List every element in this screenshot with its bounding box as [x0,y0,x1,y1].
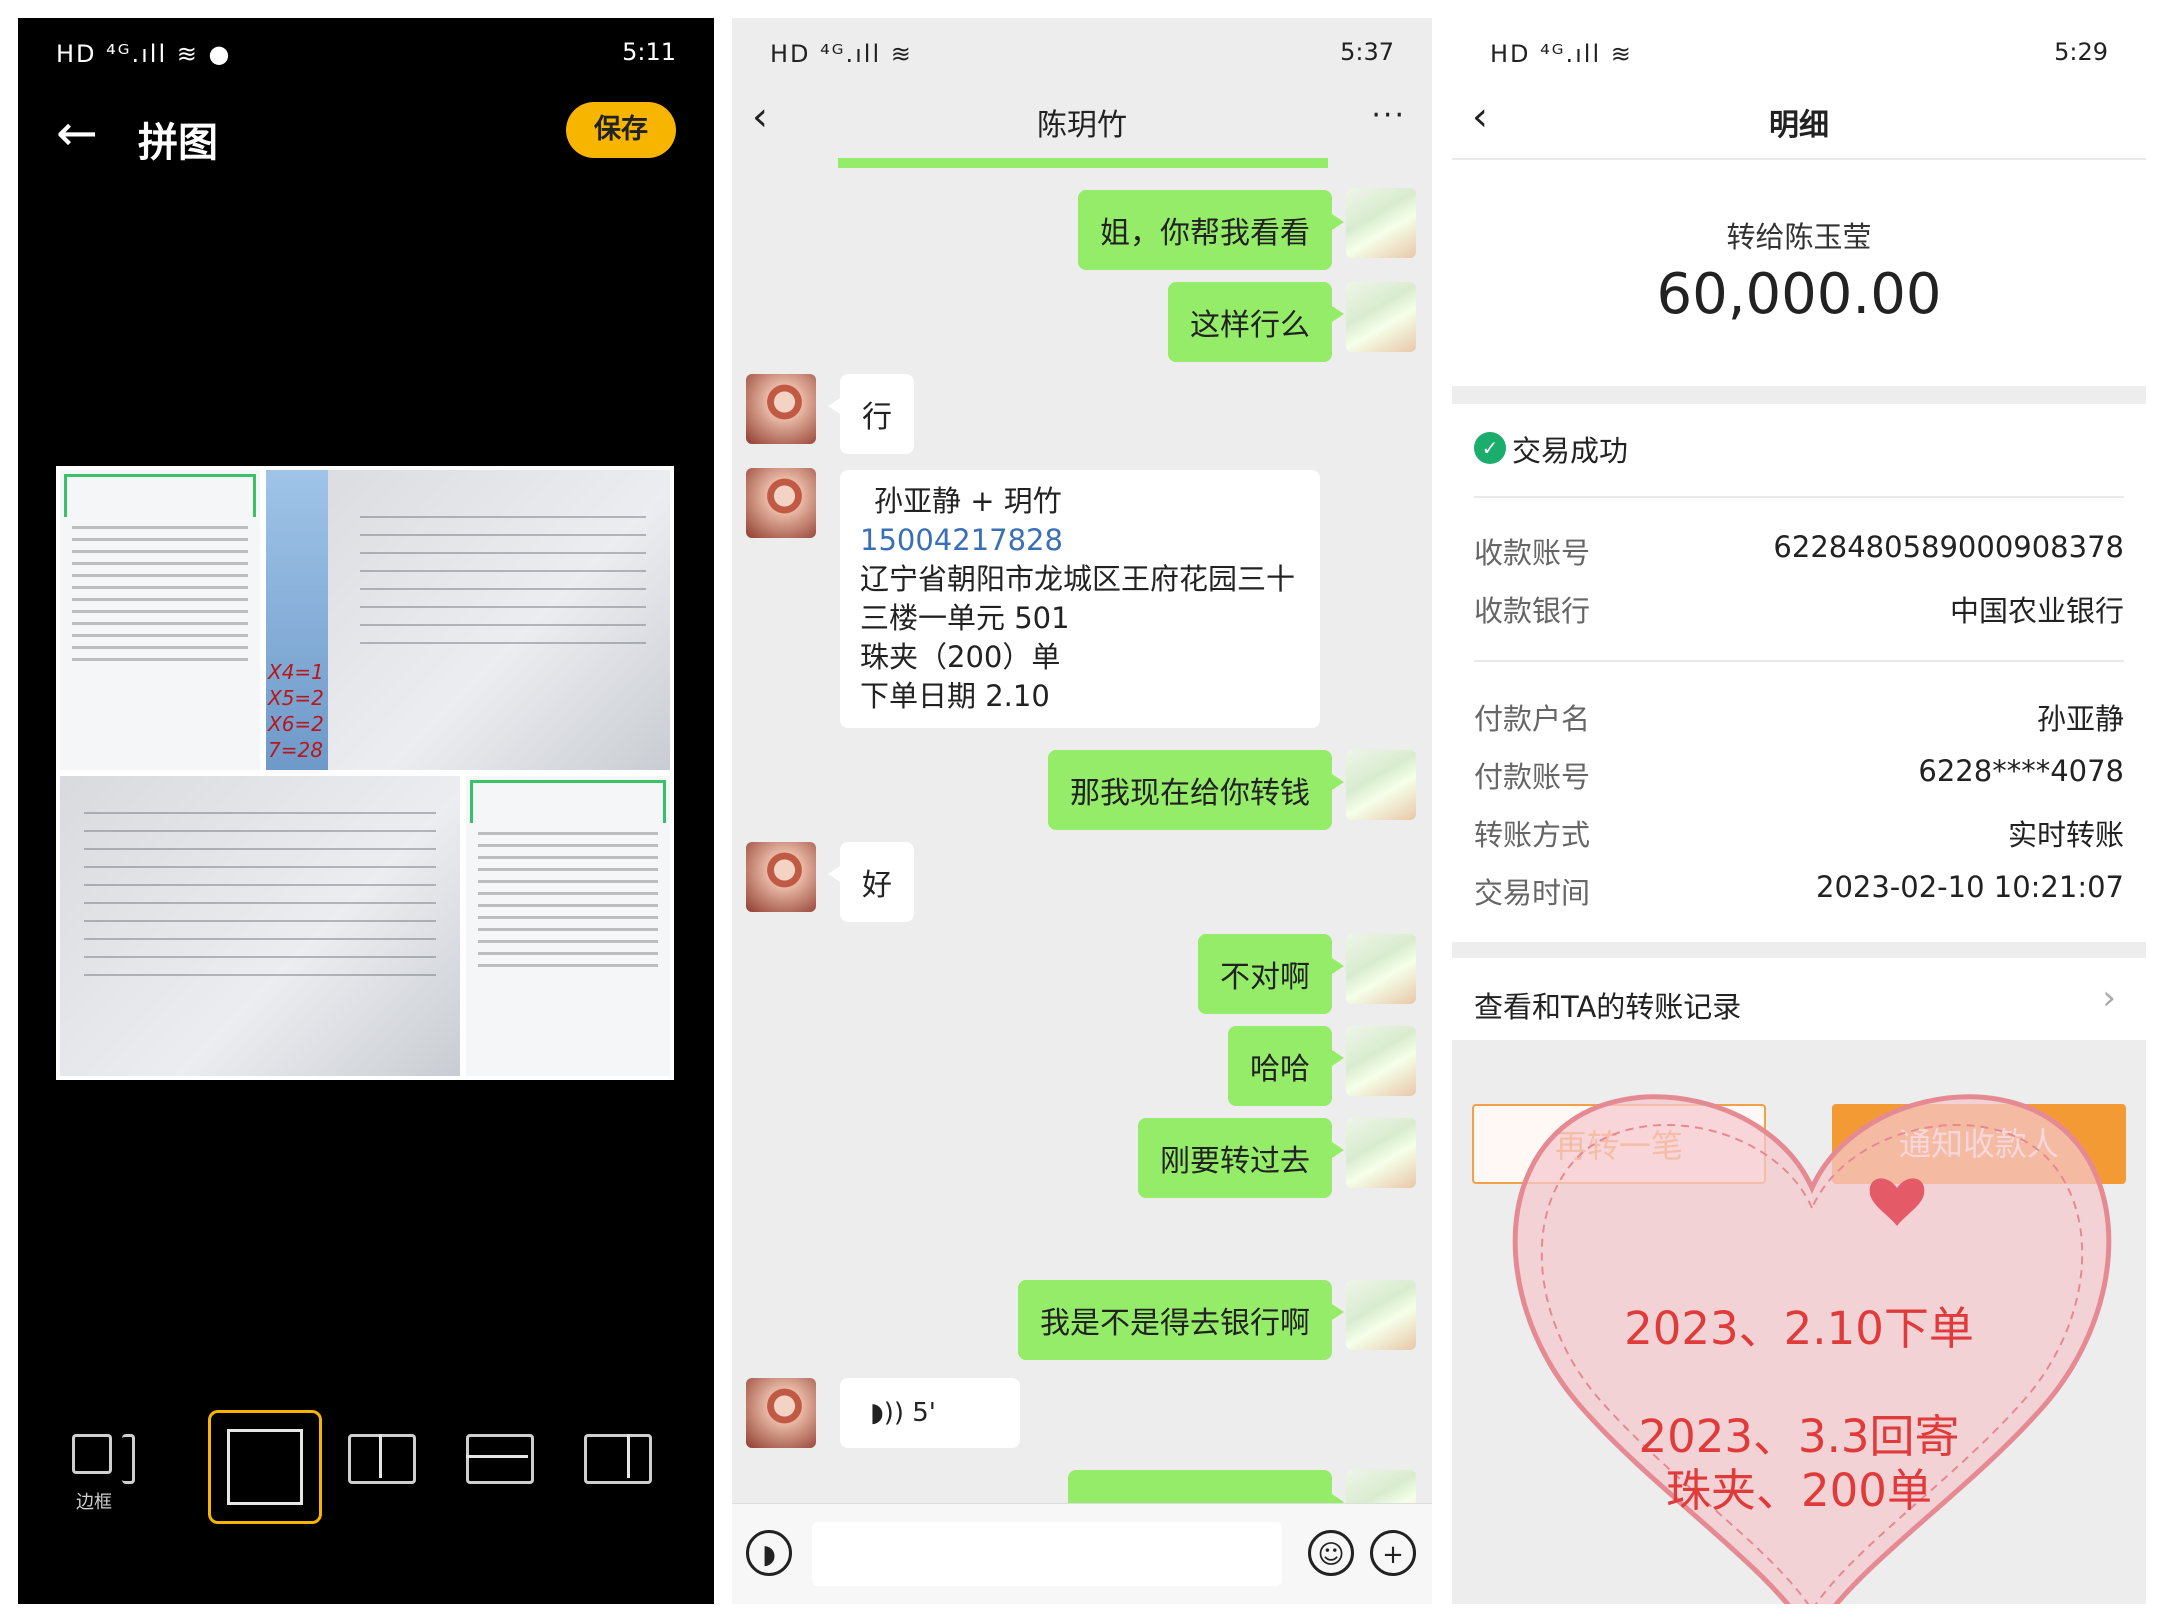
transfer-records-link[interactable]: 查看和TA的转账记录 [1474,984,1741,1026]
avatar[interactable] [1346,750,1416,820]
recipient-label: 转给陈玉莹 [1726,220,1872,254]
layout-option-partial[interactable] [122,1434,135,1484]
chat-screen: HD ⁴ᴳ.ıll ≋ 5:37 ‹ 陈玥竹 ··· 姐，你帮我看看 这样行么 … [732,18,1432,1604]
field-value: 2023-02-10 10:21:07 [1816,870,2124,904]
layout-option-split[interactable] [466,1434,534,1484]
message-bubble[interactable]: 姐，你帮我看看 [1078,190,1344,270]
save-button[interactable]: 保存 [566,102,676,158]
field-row: 收款账号 6228480589000908378 [1474,530,2124,572]
message-bubble[interactable]: 那我现在给你转钱 [1048,750,1344,830]
status-bar: HD ⁴ᴳ.ıll ≋ 5:29 [1452,18,2146,88]
field-row: 交易时间 2023-02-10 10:21:07 [1474,870,2124,912]
page-title: 明细 [1769,108,1829,143]
back-arrow-icon[interactable]: ← [56,108,98,158]
voice-input-icon[interactable]: ◗ [746,1530,792,1576]
field-label: 交易时间 [1474,876,1591,910]
field-label: 收款银行 [1474,594,1591,628]
layout-option-grid[interactable] [348,1434,416,1484]
layout-option-selected[interactable] [208,1410,322,1524]
card-date: 下单日期 2.10 [860,679,1050,713]
status-time: 5:11 [622,38,676,66]
avatar[interactable] [746,842,816,912]
status-time: 5:37 [1340,38,1394,66]
status-bar: HD ⁴ᴳ.ıll ≋ 5:37 [732,18,1432,88]
message-bubble[interactable]: 刚要转过去 [1138,1118,1344,1198]
field-value: 孙亚静 [2036,702,2124,736]
header-sheet: HD ⁴ᴳ.ıll ≋ 5:29 ‹ 明细 转给陈玉莹 60,000.00 [1452,18,2146,386]
address-card[interactable]: 孙亚静 + 玥竹 15004217828 辽宁省朝阳市龙城区王府花园三十三楼一单… [840,470,1320,728]
voice-message[interactable]: ◗)) 5' [840,1378,1020,1448]
field-value: 中国农业银行 [1949,594,2124,628]
avatar[interactable] [1346,282,1416,352]
message-bubble[interactable]: 行 [828,374,914,454]
avatar[interactable] [746,1378,816,1448]
field-row: 付款账号 6228****4078 [1474,754,2124,796]
page-title: 拼图 [138,120,218,166]
transfer-amount: 60,000.00 [1656,262,1942,327]
field-value: 实时转账 [2007,818,2124,852]
avatar[interactable] [1346,188,1416,258]
field-row: 付款户名 孙亚静 [1474,696,2124,738]
add-icon[interactable]: + [1370,1530,1416,1576]
success-check-icon: ✓ [1474,432,1506,464]
marker-text: X6=2 [268,712,324,736]
collage-editor-screen: HD ⁴ᴳ.ıll ≋ ● 5:11 ← 拼图 保存 X4=1 X5=2 X6=… [18,18,714,1604]
field-row: 转账方式 实时转账 [1474,812,2124,854]
field-label: 付款账号 [1474,760,1591,794]
field-label: 收款账号 [1474,536,1591,570]
avatar[interactable] [1346,1118,1416,1188]
collage-tile-photo-2[interactable] [60,776,460,1076]
input-bar: ◗ ☺ + [732,1503,1432,1604]
marker-text: 7=28 [268,738,323,762]
chevron-right-icon: › [2102,978,2116,1018]
collage-tile-screenshot-1[interactable] [60,470,260,770]
marker-text: X4=1 [268,660,324,684]
collage-preview[interactable]: X4=1 X5=2 X6=2 7=28 [56,466,674,1080]
field-label: 转账方式 [1474,818,1591,852]
message-bubble[interactable]: 好 [828,842,914,922]
emoji-icon[interactable]: ☺ [1308,1530,1354,1576]
avatar[interactable] [1346,1026,1416,1096]
contact-name: 陈玥竹 [1037,108,1127,143]
avatar[interactable] [746,374,816,444]
detail-sheet [1452,404,2146,942]
collage-tile-photo-1[interactable]: X4=1 X5=2 X6=2 7=28 [266,470,670,770]
message-bubble-cutoff [838,158,1328,168]
note-line: 珠夹、200单 [1666,1464,1932,1517]
field-label: 付款户名 [1474,702,1591,736]
card-address: 辽宁省朝阳市龙城区王府花园三十三楼一单元 501 [860,562,1296,635]
status-time: 5:29 [2054,38,2108,66]
status-icons: HD ⁴ᴳ.ıll ≋ [1490,40,1633,68]
status-icons: HD ⁴ᴳ.ıll ≋ ● [56,40,232,68]
status-icons: HD ⁴ᴳ.ıll ≋ [770,40,913,68]
border-icon[interactable] [72,1434,112,1474]
status-bar: HD ⁴ᴳ.ıll ≋ ● 5:11 [18,18,714,88]
collage-tile-screenshot-2[interactable] [466,776,670,1076]
transaction-status: 交易成功 [1512,434,1629,468]
marker-text: X5=2 [268,686,324,710]
card-item: 珠夹（200）单 [860,640,1061,674]
transfer-detail-screen: HD ⁴ᴳ.ıll ≋ 5:29 ‹ 明细 转给陈玉莹 60,000.00 ✓ … [1452,18,2146,1604]
layout-option-side[interactable] [584,1434,652,1484]
avatar[interactable] [1346,1280,1416,1350]
card-names: 孙亚静 + 玥竹 [874,484,1062,518]
more-icon[interactable]: ··· [1371,98,1406,133]
border-label: 边框 [76,1492,112,1513]
avatar[interactable] [1346,934,1416,1004]
field-value: 6228****4078 [1918,754,2124,788]
voice-duration: 5' [912,1398,936,1428]
card-phone[interactable]: 15004217828 [860,521,1300,560]
voice-icon: ◗)) [870,1398,913,1428]
layout-toolbar: 边框 [18,1410,714,1524]
message-bubble[interactable]: 不对啊 [1198,934,1344,1014]
message-bubble[interactable]: 我是不是得去银行啊 [1018,1280,1344,1360]
message-input[interactable] [812,1522,1282,1586]
field-row: 收款银行 中国农业银行 [1474,588,2124,630]
note-line: 2023、2.10下单 [1624,1302,1974,1355]
message-bubble[interactable]: 哈哈 [1228,1026,1344,1106]
message-bubble[interactable]: 这样行么 [1168,282,1344,362]
field-value: 6228480589000908378 [1773,530,2124,564]
avatar[interactable] [746,468,816,538]
